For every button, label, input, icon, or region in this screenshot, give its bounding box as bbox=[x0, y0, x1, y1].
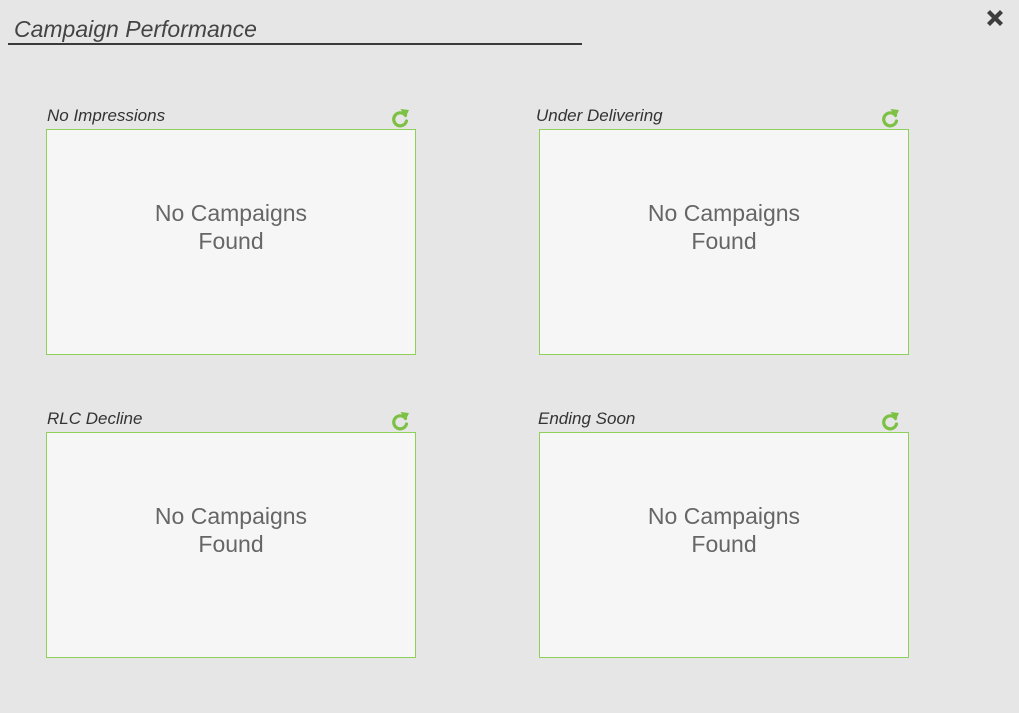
panel-content: No Campaigns Found bbox=[539, 129, 909, 355]
empty-message: No Campaigns Found bbox=[154, 200, 308, 254]
empty-message: No Campaigns Found bbox=[154, 503, 308, 557]
panel-content: No Campaigns Found bbox=[539, 432, 909, 658]
panel-ending-soon: Ending Soon No Campaigns Found bbox=[538, 409, 909, 658]
panel-rlc-decline: RLC Decline No Campaigns Found bbox=[46, 409, 416, 658]
panel-under-delivering: Under Delivering No Campaigns Found bbox=[536, 106, 909, 355]
page-title: Campaign Performance bbox=[8, 14, 582, 45]
panel-label: No Impressions bbox=[47, 106, 166, 125]
close-icon[interactable] bbox=[983, 6, 1007, 30]
panel-label: RLC Decline bbox=[47, 409, 143, 428]
panel-label: Ending Soon bbox=[538, 409, 636, 428]
panel-content: No Campaigns Found bbox=[46, 129, 416, 355]
refresh-icon[interactable] bbox=[880, 410, 900, 432]
empty-message: No Campaigns Found bbox=[647, 200, 801, 254]
refresh-icon[interactable] bbox=[390, 107, 410, 129]
empty-message: No Campaigns Found bbox=[647, 503, 801, 557]
panel-content: No Campaigns Found bbox=[46, 432, 416, 658]
refresh-icon[interactable] bbox=[880, 107, 900, 129]
page-title-text: Campaign Performance bbox=[14, 16, 257, 42]
panel-label: Under Delivering bbox=[536, 106, 663, 125]
panel-no-impressions: No Impressions No Campaigns Found bbox=[46, 106, 416, 355]
refresh-icon[interactable] bbox=[390, 410, 410, 432]
